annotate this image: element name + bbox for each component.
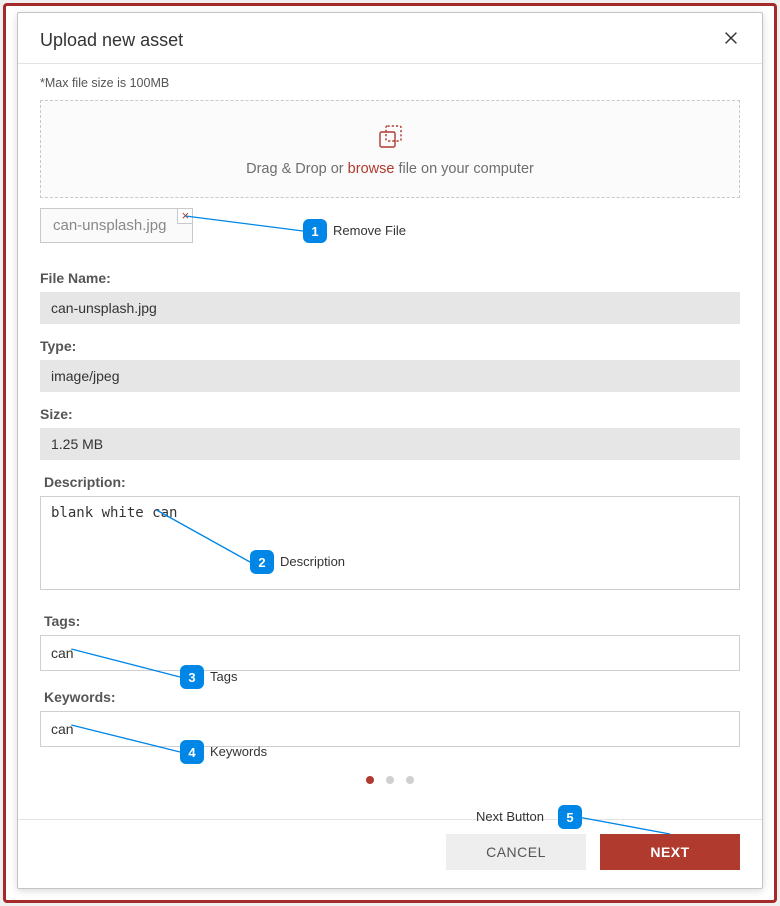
remove-file-icon[interactable]: ×: [177, 208, 193, 224]
close-icon[interactable]: [722, 29, 740, 51]
keywords-input[interactable]: [40, 711, 740, 747]
pager-dot-3[interactable]: [406, 776, 414, 784]
modal-title: Upload new asset: [40, 30, 183, 51]
copy-icon: [375, 123, 405, 151]
description-input[interactable]: [40, 496, 740, 590]
pager-dot-1[interactable]: [366, 776, 374, 784]
dropzone-suffix: file on your computer: [394, 161, 533, 177]
modal-footer: CANCEL NEXT: [18, 819, 762, 888]
file-chip: can-unsplash.jpg ×: [40, 208, 193, 243]
type-value: image/jpeg: [40, 360, 740, 392]
modal-body: *Max file size is 100MB Drag & Drop or b…: [18, 64, 762, 819]
description-label: Description:: [40, 474, 740, 490]
dropzone-text: Drag & Drop or browse file on your compu…: [51, 161, 729, 177]
dropzone[interactable]: Drag & Drop or browse file on your compu…: [40, 100, 740, 198]
tags-label: Tags:: [40, 613, 740, 629]
type-label: Type:: [40, 338, 740, 354]
keywords-label: Keywords:: [40, 689, 740, 705]
file-name-label: File Name:: [40, 270, 740, 286]
pager-dot-2[interactable]: [386, 776, 394, 784]
tags-input[interactable]: [40, 635, 740, 671]
dropzone-prefix: Drag & Drop or: [246, 161, 348, 177]
size-label: Size:: [40, 406, 740, 422]
upload-asset-modal: Upload new asset *Max file size is 100MB…: [17, 12, 763, 889]
modal-header: Upload new asset: [18, 13, 762, 64]
browse-link[interactable]: browse: [348, 161, 395, 177]
max-size-hint: *Max file size is 100MB: [40, 76, 740, 90]
file-name-value: can-unsplash.jpg: [40, 292, 740, 324]
next-button[interactable]: NEXT: [600, 834, 740, 870]
selected-file-row: can-unsplash.jpg ×: [40, 208, 740, 248]
step-pager: [40, 765, 740, 797]
cancel-button[interactable]: CANCEL: [446, 834, 586, 870]
size-value: 1.25 MB: [40, 428, 740, 460]
file-chip-name: can-unsplash.jpg: [53, 217, 166, 234]
